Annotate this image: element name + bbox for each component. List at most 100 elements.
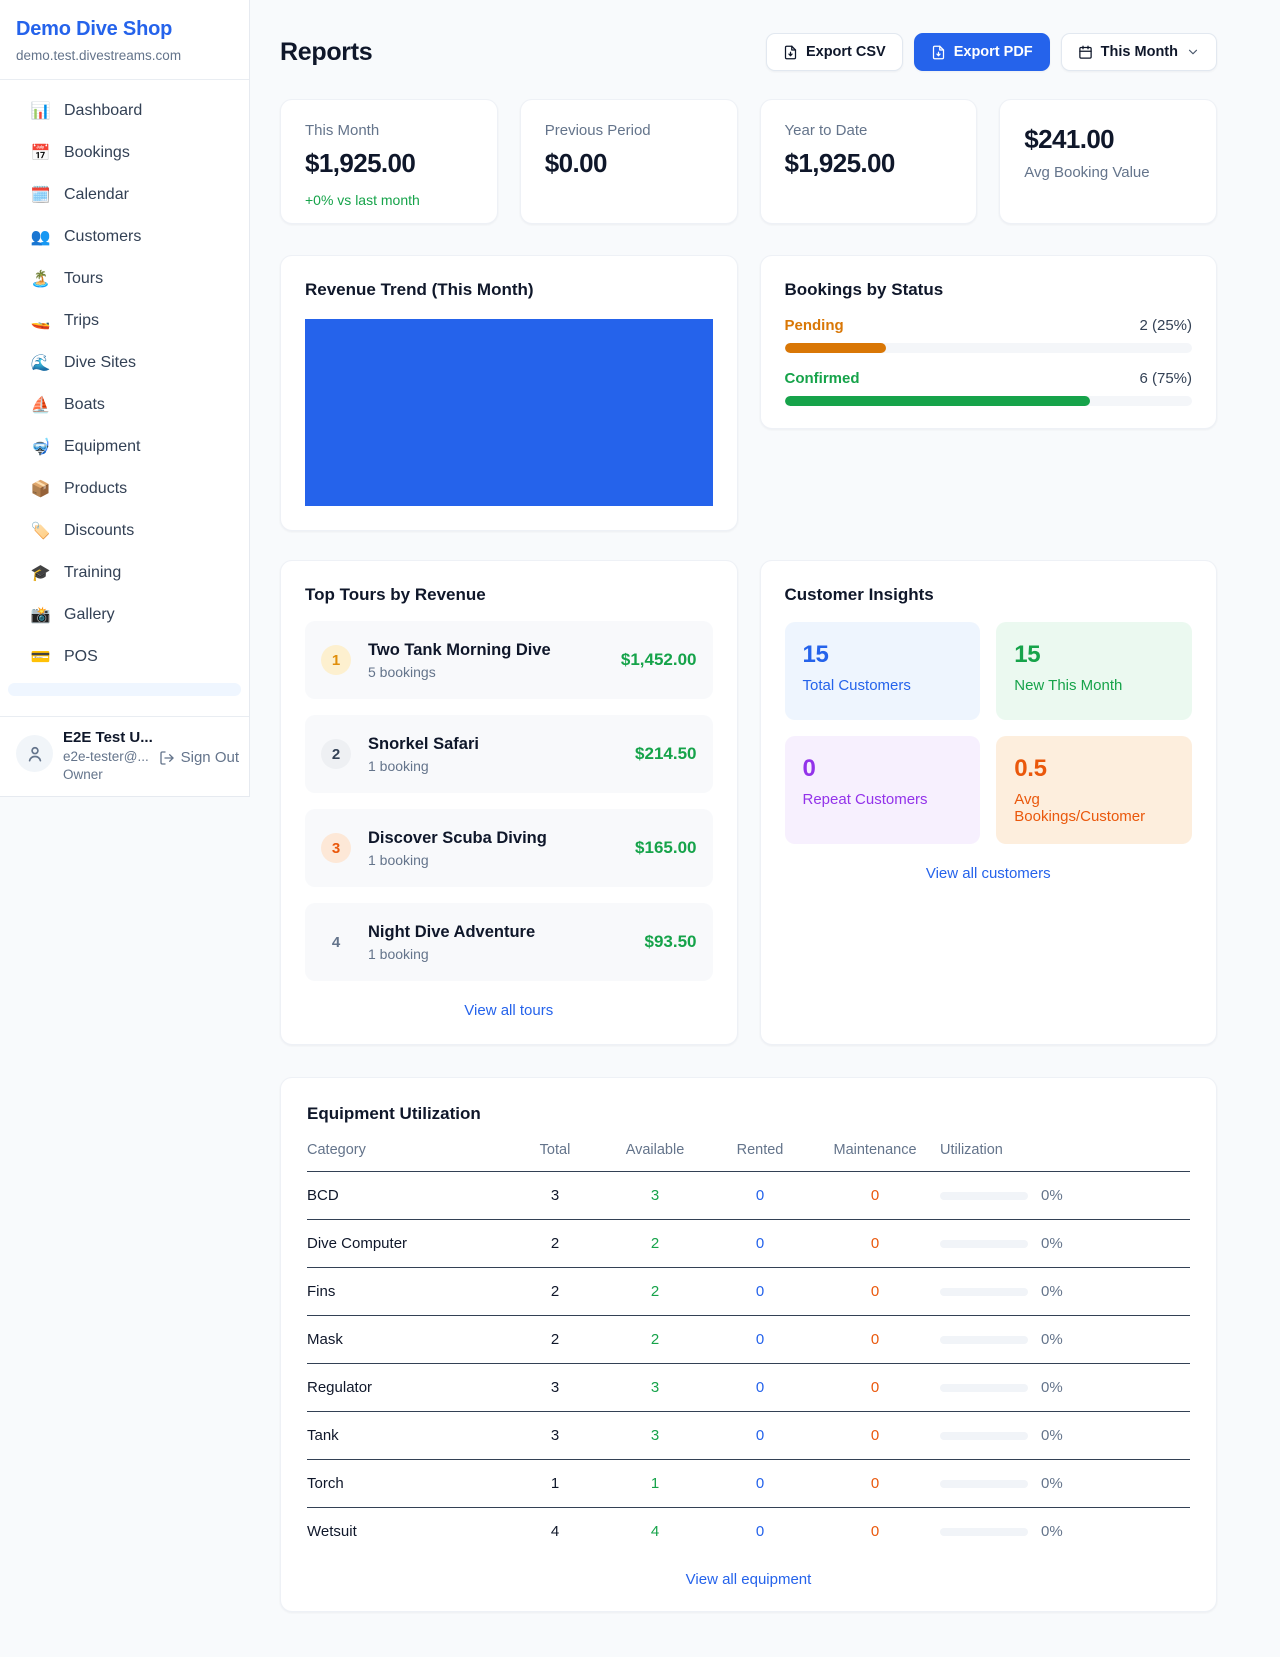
equipment-table-body: BCD 3 3 0 0 0% (307, 1172, 1190, 1556)
utilization-cell: 0% (940, 1427, 1190, 1444)
sidebar-nav-item[interactable]: 💳 POS (0, 636, 249, 678)
status-bar-track (785, 343, 1193, 353)
revenue-trend-chart (305, 319, 713, 506)
tour-bookings: 1 booking (368, 946, 633, 962)
insight-value: 0.5 (1014, 755, 1174, 783)
utilization-pct: 0% (1041, 1187, 1063, 1204)
tour-row: 4 Night Dive Adventure 1 booking $93.50 (305, 903, 713, 981)
equip-rented: 0 (710, 1460, 810, 1508)
tour-row: 1 Two Tank Morning Dive 5 bookings $1,45… (305, 621, 713, 699)
sidebar-nav-item[interactable]: 🏝️ Tours (0, 258, 249, 300)
main-content: Reports Export CSV (250, 0, 1247, 1657)
equipment-row: Dive Computer 2 2 0 0 0% (307, 1220, 1190, 1268)
equip-rented: 0 (710, 1412, 810, 1460)
nav-item-label: POS (64, 648, 98, 666)
sidebar-nav-item[interactable]: 🌊 Dive Sites (0, 342, 249, 384)
export-csv-label: Export CSV (806, 44, 886, 60)
tour-name: Two Tank Morning Dive (368, 641, 609, 660)
insight-label: Repeat Customers (803, 791, 963, 808)
tour-bookings: 1 booking (368, 758, 623, 774)
sidebar-nav-item[interactable]: 📸 Gallery (0, 594, 249, 636)
utilization-cell: 0% (940, 1283, 1190, 1300)
tour-rank-badge: 3 (321, 833, 351, 863)
nav-item-icon: ⛵ (30, 395, 51, 415)
nav-item-label: Gallery (64, 606, 115, 624)
equipment-row: Regulator 3 3 0 0 0% (307, 1364, 1190, 1412)
file-download-icon (783, 45, 798, 60)
equipment-row: BCD 3 3 0 0 0% (307, 1172, 1190, 1220)
utilization-cell: 0% (940, 1523, 1190, 1540)
view-all-equipment-row: View all equipment (307, 1571, 1190, 1589)
sidebar-nav-item[interactable]: 🏷️ Discounts (0, 510, 249, 552)
insight-value: 0 (803, 755, 963, 783)
view-all-customers-link[interactable]: View all customers (926, 865, 1051, 882)
equip-available: 4 (600, 1508, 710, 1556)
status-label: Confirmed (785, 370, 860, 387)
equip-rented: 0 (710, 1508, 810, 1556)
sidebar: Demo Dive Shop demo.test.divestreams.com… (0, 0, 250, 797)
equip-category: Tank (307, 1412, 510, 1460)
status-row: Pending 2 (25%) (785, 317, 1193, 353)
equipment-row: Mask 2 2 0 0 0% (307, 1316, 1190, 1364)
utilization-bar (940, 1528, 1028, 1536)
status-bar-fill (785, 396, 1091, 406)
insight-tile: 0.5 Avg Bookings/Customer (996, 736, 1192, 844)
equip-total: 1 (510, 1460, 600, 1508)
app-root: Demo Dive Shop demo.test.divestreams.com… (0, 0, 1280, 1657)
equip-category: Mask (307, 1316, 510, 1364)
stat-label: Year to Date (785, 122, 953, 139)
sidebar-nav-item[interactable]: 🎓 Training (0, 552, 249, 594)
equip-available: 3 (600, 1412, 710, 1460)
utilization-pct: 0% (1041, 1235, 1063, 1252)
utilization-pct: 0% (1041, 1331, 1063, 1348)
stats-row: This Month $1,925.00 +0% vs last month P… (280, 99, 1217, 224)
equipment-utilization-card: Equipment Utilization Category Total Ava… (280, 1077, 1217, 1612)
nav-item-label: Equipment (64, 438, 141, 456)
tour-info: Two Tank Morning Dive 5 bookings (368, 641, 609, 680)
export-pdf-button[interactable]: Export PDF (914, 33, 1050, 71)
view-all-tours-link[interactable]: View all tours (464, 1002, 553, 1019)
sidebar-nav-item[interactable]: 📦 Products (0, 468, 249, 510)
utilization-bar (940, 1432, 1028, 1440)
nav-item-icon: 💳 (30, 647, 51, 667)
insight-label: New This Month (1014, 677, 1174, 694)
status-bar-fill (785, 343, 887, 353)
tour-revenue: $1,452.00 (621, 650, 697, 670)
tour-name: Night Dive Adventure (368, 923, 633, 942)
equipment-table-header: Category Total Available Rented Maintena… (307, 1142, 1190, 1172)
sidebar-nav-item[interactable]: 🚤 Trips (0, 300, 249, 342)
status-row: Confirmed 6 (75%) (785, 370, 1193, 406)
logout-icon (159, 750, 175, 766)
stat-card-this-month: This Month $1,925.00 +0% vs last month (280, 99, 498, 224)
equipment-table: Category Total Available Rented Maintena… (307, 1142, 1190, 1555)
tour-name: Discover Scuba Diving (368, 829, 623, 848)
equip-rented: 0 (710, 1172, 810, 1220)
sidebar-nav-item[interactable]: 🤿 Equipment (0, 426, 249, 468)
stat-value: $1,925.00 (305, 148, 473, 179)
sidebar-nav-item[interactable]: ⛵ Boats (0, 384, 249, 426)
sidebar-nav-item[interactable]: 👥 Customers (0, 216, 249, 258)
export-csv-button[interactable]: Export CSV (766, 33, 903, 71)
period-select[interactable]: This Month (1061, 33, 1217, 71)
sidebar-nav-item[interactable]: 📅 Bookings (0, 132, 249, 174)
sign-out-button[interactable]: Sign Out (159, 749, 239, 766)
bookings-by-status-title: Bookings by Status (785, 280, 1193, 300)
revenue-trend-title: Revenue Trend (This Month) (305, 280, 713, 300)
equip-category: Fins (307, 1268, 510, 1316)
sign-out-label: Sign Out (181, 749, 239, 766)
nav-item-label: Boats (64, 396, 105, 414)
revenue-trend-card: Revenue Trend (This Month) (280, 255, 738, 531)
view-all-equipment-link[interactable]: View all equipment (686, 1571, 812, 1588)
bottom-row: Top Tours by Revenue 1 Two Tank Morning … (280, 560, 1217, 1045)
tour-bookings: 1 booking (368, 852, 623, 868)
utilization-pct: 0% (1041, 1283, 1063, 1300)
equip-total: 2 (510, 1316, 600, 1364)
equip-maintenance: 0 (810, 1364, 940, 1412)
nav-selected-partial[interactable] (8, 683, 241, 696)
equip-total: 3 (510, 1364, 600, 1412)
stat-label: This Month (305, 122, 473, 139)
stat-value: $1,925.00 (785, 148, 953, 179)
view-all-tours-row: View all tours (305, 1002, 713, 1020)
sidebar-nav-item[interactable]: 📊 Dashboard (0, 90, 249, 132)
sidebar-nav-item[interactable]: 🗓️ Calendar (0, 174, 249, 216)
